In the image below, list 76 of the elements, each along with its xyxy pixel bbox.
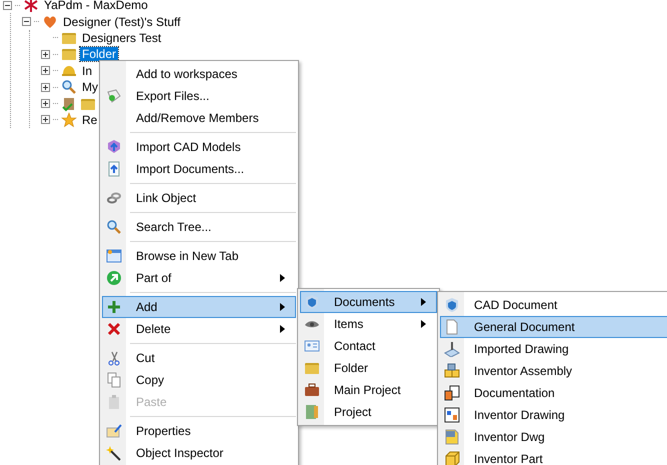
menu-item[interactable]: Inventor Dwg <box>440 426 667 448</box>
magnifier-icon <box>61 79 77 96</box>
menu-item[interactable]: Export Files... <box>102 85 296 107</box>
paste-icon <box>106 394 122 410</box>
collapse-icon[interactable] <box>3 0 12 10</box>
menu-item[interactable]: Folder <box>300 357 437 379</box>
menu-item[interactable]: Browse in New Tab <box>102 245 296 267</box>
tree-item[interactable]: In <box>80 64 94 78</box>
plus-icon <box>106 299 122 315</box>
shield-icon <box>444 297 460 313</box>
menu-item[interactable]: Cut <box>102 347 296 369</box>
menu-item[interactable]: Add/Remove Members <box>102 107 296 129</box>
tree-item[interactable]: YaPdm - MaxDemo <box>42 0 150 12</box>
asterisk-icon <box>23 0 39 14</box>
tree-item[interactable]: Re <box>80 112 100 127</box>
menu-item[interactable]: Add to workspaces <box>102 63 296 85</box>
menu-item[interactable]: General Document <box>440 316 667 338</box>
menu-item[interactable]: Properties <box>102 420 296 442</box>
wand-icon <box>106 445 122 461</box>
menu-item[interactable]: Inventor Part <box>440 448 667 465</box>
menu-item[interactable]: Link Object <box>102 187 296 209</box>
cube-icon <box>444 451 460 465</box>
menu-item[interactable]: Project <box>300 401 437 423</box>
menu-item[interactable]: Documents <box>300 291 437 313</box>
menu-item[interactable]: CAD Document <box>440 294 667 316</box>
tree-item[interactable]: Designer (Test)'s Stuff <box>61 14 182 29</box>
import-cad-icon <box>106 139 122 155</box>
menu-item[interactable]: Copy <box>102 369 296 391</box>
folder-icon <box>304 360 320 376</box>
page-icon <box>444 319 460 335</box>
collapse-icon[interactable] <box>22 17 31 26</box>
star-icon <box>61 112 77 128</box>
contact-card-icon <box>304 338 320 354</box>
folder-icon <box>61 46 77 62</box>
expand-icon[interactable] <box>41 82 50 92</box>
expand-icon[interactable] <box>41 66 50 76</box>
menu-item[interactable]: Contact <box>300 335 437 357</box>
scissors-icon <box>106 350 122 366</box>
briefcase-icon <box>304 382 320 398</box>
menu-item[interactable]: Inventor Assembly <box>440 360 667 382</box>
checked-box-icon <box>61 96 77 112</box>
tree-item[interactable]: My <box>80 80 100 94</box>
menu-item[interactable]: Import Documents... <box>102 158 296 180</box>
expand-icon[interactable] <box>41 115 50 124</box>
drawing-icon <box>444 341 460 357</box>
menu-item[interactable]: Main Project <box>300 379 437 401</box>
menu-item[interactable]: Object Inspector <box>102 442 296 464</box>
shield-icon <box>304 294 320 310</box>
tree-item[interactable]: Designers Test <box>80 30 164 45</box>
assembly-icon <box>444 363 460 379</box>
documentation-icon <box>444 385 460 401</box>
menu-item[interactable]: Documentation <box>440 382 667 404</box>
menu-item[interactable]: Import CAD Models <box>102 136 296 158</box>
import-document-icon <box>106 161 122 177</box>
tree-item[interactable]: Folder <box>80 47 118 62</box>
book-icon <box>304 404 320 420</box>
menu-item[interactable]: Items <box>300 313 437 335</box>
dwg-file-icon <box>444 429 460 445</box>
heart-icon <box>42 14 58 30</box>
expand-icon[interactable] <box>41 50 50 59</box>
expand-icon[interactable] <box>41 99 50 108</box>
cross-icon <box>106 321 122 337</box>
properties-icon <box>106 423 122 439</box>
drawing-sheet-icon <box>444 407 460 423</box>
menu-item[interactable]: Part of <box>102 267 296 289</box>
chain-link-icon <box>106 190 122 206</box>
menu-item[interactable]: Inventor Drawing <box>440 404 667 426</box>
menu-item[interactable]: Search Tree... <box>102 216 296 238</box>
menu-item[interactable]: Add <box>102 296 296 318</box>
arrow-circle-icon <box>106 270 122 286</box>
menu-item[interactable]: Imported Drawing <box>440 338 667 360</box>
magnifier-icon <box>106 219 122 235</box>
menu-item[interactable]: Delete <box>102 318 296 340</box>
export-icon <box>106 88 122 104</box>
window-icon <box>106 248 122 264</box>
copy-icon <box>106 372 122 388</box>
